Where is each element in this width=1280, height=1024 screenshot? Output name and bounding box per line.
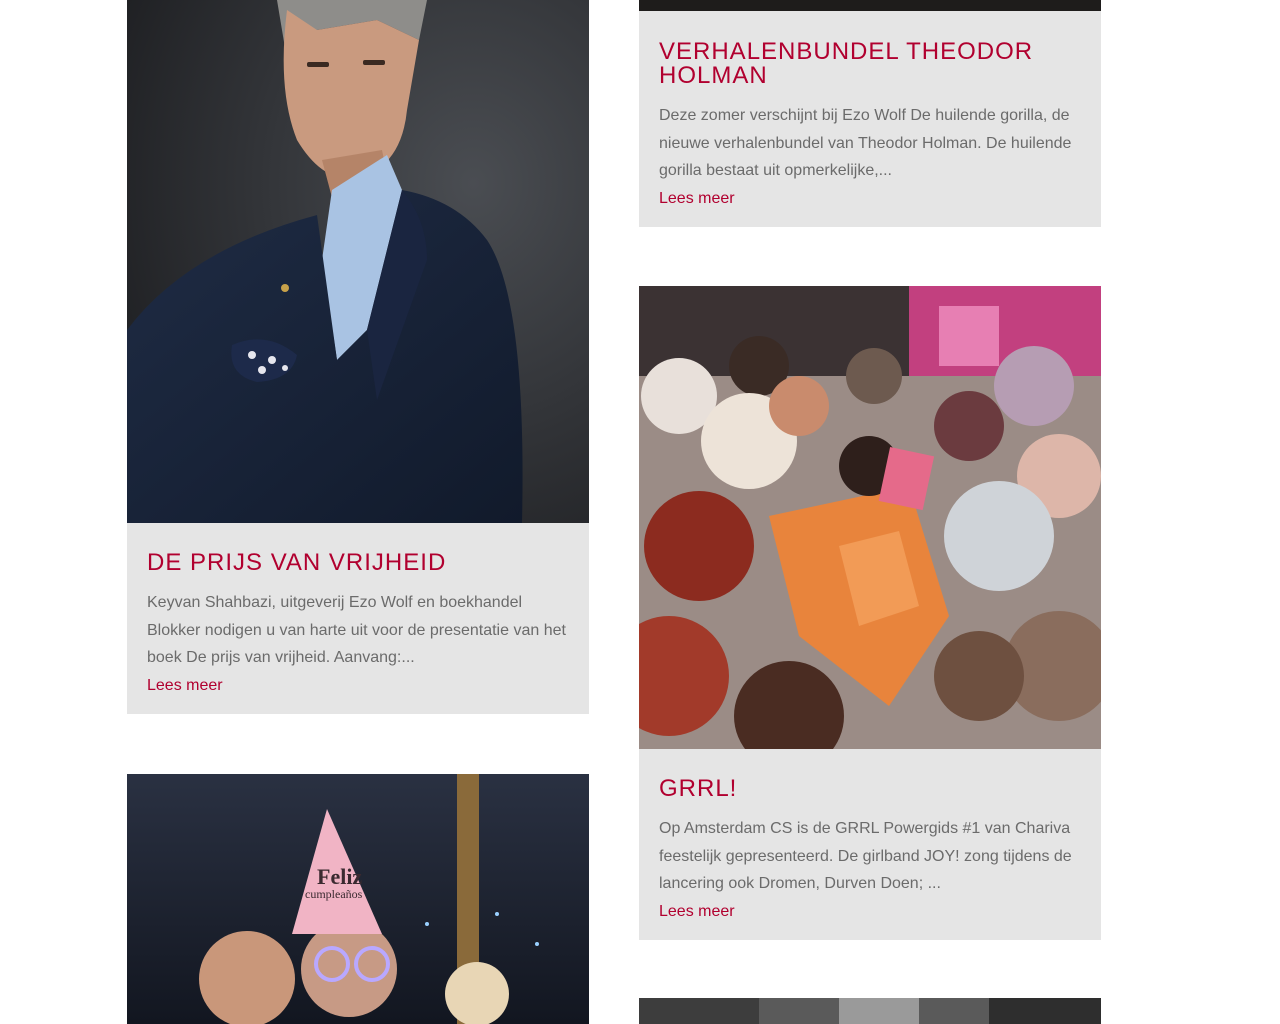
post-body: De prijs van vrijheid Keyvan Shahbazi, u… (127, 523, 589, 714)
post-title[interactable]: De prijs van vrijheid (147, 551, 569, 575)
read-more-link[interactable]: Lees meer (659, 899, 735, 925)
post-card-next (639, 998, 1101, 1024)
post-excerpt: Deze zomer verschijnt bij Ezo Wolf De hu… (659, 107, 1072, 179)
read-more-link[interactable]: Lees meer (147, 673, 223, 699)
post-body: GRRL! Op Amsterdam CS is de GRRL Powergi… (639, 749, 1101, 940)
post-image-next[interactable] (639, 998, 1101, 1024)
post-title[interactable]: GRRL! (659, 777, 1081, 801)
post-image-portrait[interactable] (127, 0, 589, 523)
post-card-party: Feliz cumpleaños (127, 774, 589, 1024)
post-title[interactable]: Verhalenbundel Theodor Holman (659, 40, 1081, 88)
post-image-party[interactable]: Feliz cumpleaños (127, 774, 589, 1024)
read-more-link[interactable]: Lees meer (659, 186, 735, 212)
hat-text-2: cumpleaños (305, 887, 363, 901)
post-excerpt: Op Amsterdam CS is de GRRL Powergids #1 … (659, 820, 1072, 892)
hat-text: Feliz (317, 864, 362, 889)
post-image-verhalenbundel[interactable] (639, 0, 1101, 11)
post-excerpt: Keyvan Shahbazi, uitgeverij Ezo Wolf en … (147, 594, 566, 666)
post-card-prijs-van-vrijheid: De prijs van vrijheid Keyvan Shahbazi, u… (127, 0, 589, 714)
post-image-grrl[interactable] (639, 286, 1101, 749)
post-body: Verhalenbundel Theodor Holman Deze zomer… (639, 11, 1101, 227)
post-card-grrl: GRRL! Op Amsterdam CS is de GRRL Powergi… (639, 286, 1101, 940)
post-card-verhalenbundel: Verhalenbundel Theodor Holman Deze zomer… (639, 0, 1101, 227)
